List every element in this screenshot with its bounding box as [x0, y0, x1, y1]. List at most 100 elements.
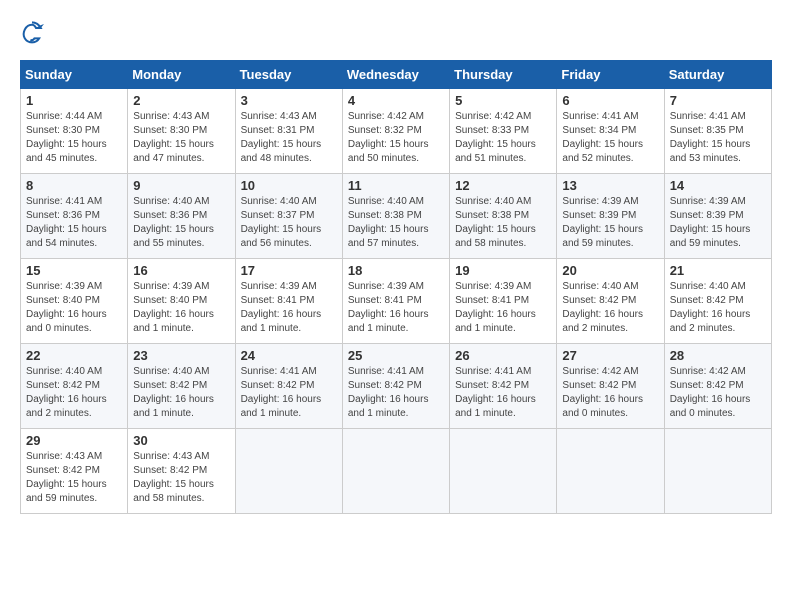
calendar-cell: 14 Sunrise: 4:39 AM Sunset: 8:39 PM Dayli… [664, 174, 771, 259]
day-number: 27 [562, 348, 658, 363]
calendar-cell: 30Sunrise: 4:43 AM Sunset: 8:42 PM Dayli… [128, 429, 235, 514]
calendar-cell: 1 Sunrise: 4:44 AM Sunset: 8:30 PM Daylig… [21, 89, 128, 174]
day-info: Sunrise: 4:39 AM Sunset: 8:41 PM Dayligh… [348, 280, 444, 336]
day-number: 14 [670, 178, 766, 193]
day-number: 1 [26, 93, 122, 108]
calendar-cell: 4 Sunrise: 4:42 AM Sunset: 8:32 PM Daylig… [342, 89, 449, 174]
day-number: 18 [348, 263, 444, 278]
calendar-header-row: SundayMondayTuesdayWednesdayThursdayFrid… [21, 61, 772, 89]
day-info: Sunrise: 4:42 AM Sunset: 8:42 PM Dayligh… [562, 365, 658, 421]
day-number: 13 [562, 178, 658, 193]
day-header-sunday: Sunday [21, 61, 128, 89]
calendar-cell: 18 Sunrise: 4:39 AM Sunset: 8:41 PM Dayli… [342, 259, 449, 344]
day-number: 17 [241, 263, 337, 278]
day-number: 20 [562, 263, 658, 278]
calendar-cell: 25 Sunrise: 4:41 AM Sunset: 8:42 PM Dayli… [342, 344, 449, 429]
logo [20, 20, 48, 44]
day-number: 28 [670, 348, 766, 363]
calendar-week-row: 1 Sunrise: 4:44 AM Sunset: 8:30 PM Daylig… [21, 89, 772, 174]
calendar-cell: 19 Sunrise: 4:39 AM Sunset: 8:41 PM Dayli… [450, 259, 557, 344]
day-number: 21 [670, 263, 766, 278]
calendar-cell: 26Sunrise: 4:41 AM Sunset: 8:42 PM Dayli… [450, 344, 557, 429]
day-info: Sunrise: 4:39 AM Sunset: 8:41 PM Dayligh… [241, 280, 337, 336]
day-number: 2 [133, 93, 229, 108]
calendar-cell: 15 Sunrise: 4:39 AM Sunset: 8:40 PM Dayli… [21, 259, 128, 344]
day-number: 24 [241, 348, 337, 363]
day-number: 7 [670, 93, 766, 108]
calendar-week-row: 15 Sunrise: 4:39 AM Sunset: 8:40 PM Dayli… [21, 259, 772, 344]
calendar-cell [664, 429, 771, 514]
logo-icon [20, 20, 44, 44]
calendar-cell: 12 Sunrise: 4:40 AM Sunset: 8:38 PM Dayli… [450, 174, 557, 259]
page-header [20, 20, 772, 44]
day-number: 4 [348, 93, 444, 108]
calendar-week-row: 22 Sunrise: 4:40 AM Sunset: 8:42 PM Dayli… [21, 344, 772, 429]
day-number: 30 [133, 433, 229, 448]
day-header-saturday: Saturday [664, 61, 771, 89]
day-number: 22 [26, 348, 122, 363]
day-info: Sunrise: 4:40 AM Sunset: 8:42 PM Dayligh… [562, 280, 658, 336]
day-number: 6 [562, 93, 658, 108]
day-number: 9 [133, 178, 229, 193]
calendar-cell: 27 Sunrise: 4:42 AM Sunset: 8:42 PM Dayli… [557, 344, 664, 429]
day-header-monday: Monday [128, 61, 235, 89]
calendar-cell: 10 Sunrise: 4:40 AM Sunset: 8:37 PM Dayli… [235, 174, 342, 259]
calendar-cell [342, 429, 449, 514]
day-info: Sunrise: 4:39 AM Sunset: 8:41 PM Dayligh… [455, 280, 551, 336]
day-number: 10 [241, 178, 337, 193]
calendar-cell: 6 Sunrise: 4:41 AM Sunset: 8:34 PM Daylig… [557, 89, 664, 174]
day-info: Sunrise: 4:40 AM Sunset: 8:38 PM Dayligh… [455, 195, 551, 251]
day-info: Sunrise: 4:43 AM Sunset: 8:42 PM Dayligh… [26, 450, 122, 506]
day-info: Sunrise: 4:39 AM Sunset: 8:39 PM Dayligh… [562, 195, 658, 251]
day-info: Sunrise: 4:40 AM Sunset: 8:42 PM Dayligh… [670, 280, 766, 336]
day-number: 5 [455, 93, 551, 108]
calendar-cell: 2 Sunrise: 4:43 AM Sunset: 8:30 PM Daylig… [128, 89, 235, 174]
day-info: Sunrise: 4:40 AM Sunset: 8:38 PM Dayligh… [348, 195, 444, 251]
calendar-cell [450, 429, 557, 514]
day-info: Sunrise: 4:41 AM Sunset: 8:42 PM Dayligh… [348, 365, 444, 421]
day-number: 19 [455, 263, 551, 278]
day-info: Sunrise: 4:44 AM Sunset: 8:30 PM Dayligh… [26, 110, 122, 166]
calendar-cell: 28 Sunrise: 4:42 AM Sunset: 8:42 PM Dayli… [664, 344, 771, 429]
day-info: Sunrise: 4:40 AM Sunset: 8:36 PM Dayligh… [133, 195, 229, 251]
calendar-cell: 23 Sunrise: 4:40 AM Sunset: 8:42 PM Dayli… [128, 344, 235, 429]
day-number: 29 [26, 433, 122, 448]
calendar-cell: 29 Sunrise: 4:43 AM Sunset: 8:42 PM Dayli… [21, 429, 128, 514]
day-info: Sunrise: 4:41 AM Sunset: 8:35 PM Dayligh… [670, 110, 766, 166]
day-number: 25 [348, 348, 444, 363]
day-header-thursday: Thursday [450, 61, 557, 89]
calendar-cell: 24 Sunrise: 4:41 AM Sunset: 8:42 PM Dayli… [235, 344, 342, 429]
day-info: Sunrise: 4:42 AM Sunset: 8:32 PM Dayligh… [348, 110, 444, 166]
calendar-cell: 20 Sunrise: 4:40 AM Sunset: 8:42 PM Dayli… [557, 259, 664, 344]
calendar-table: SundayMondayTuesdayWednesdayThursdayFrid… [20, 60, 772, 514]
day-info: Sunrise: 4:40 AM Sunset: 8:42 PM Dayligh… [26, 365, 122, 421]
calendar-cell [235, 429, 342, 514]
day-info: Sunrise: 4:39 AM Sunset: 8:40 PM Dayligh… [26, 280, 122, 336]
calendar-cell: 17 Sunrise: 4:39 AM Sunset: 8:41 PM Dayli… [235, 259, 342, 344]
calendar-cell: 11 Sunrise: 4:40 AM Sunset: 8:38 PM Dayli… [342, 174, 449, 259]
calendar-cell: 8Sunrise: 4:41 AM Sunset: 8:36 PM Daylig… [21, 174, 128, 259]
day-number: 15 [26, 263, 122, 278]
calendar-cell: 16Sunrise: 4:39 AM Sunset: 8:40 PM Dayli… [128, 259, 235, 344]
day-info: Sunrise: 4:39 AM Sunset: 8:39 PM Dayligh… [670, 195, 766, 251]
day-info: Sunrise: 4:40 AM Sunset: 8:42 PM Dayligh… [133, 365, 229, 421]
day-number: 12 [455, 178, 551, 193]
calendar-cell: 13 Sunrise: 4:39 AM Sunset: 8:39 PM Dayli… [557, 174, 664, 259]
day-info: Sunrise: 4:41 AM Sunset: 8:34 PM Dayligh… [562, 110, 658, 166]
day-header-wednesday: Wednesday [342, 61, 449, 89]
day-info: Sunrise: 4:42 AM Sunset: 8:42 PM Dayligh… [670, 365, 766, 421]
calendar-cell: 21 Sunrise: 4:40 AM Sunset: 8:42 PM Dayli… [664, 259, 771, 344]
calendar-cell: 22 Sunrise: 4:40 AM Sunset: 8:42 PM Dayli… [21, 344, 128, 429]
calendar-cell [557, 429, 664, 514]
day-number: 23 [133, 348, 229, 363]
day-info: Sunrise: 4:43 AM Sunset: 8:30 PM Dayligh… [133, 110, 229, 166]
day-number: 8 [26, 178, 122, 193]
day-header-tuesday: Tuesday [235, 61, 342, 89]
day-number: 11 [348, 178, 444, 193]
day-number: 16 [133, 263, 229, 278]
day-number: 26 [455, 348, 551, 363]
calendar-week-row: 8Sunrise: 4:41 AM Sunset: 8:36 PM Daylig… [21, 174, 772, 259]
day-info: Sunrise: 4:40 AM Sunset: 8:37 PM Dayligh… [241, 195, 337, 251]
day-header-friday: Friday [557, 61, 664, 89]
day-info: Sunrise: 4:41 AM Sunset: 8:42 PM Dayligh… [241, 365, 337, 421]
